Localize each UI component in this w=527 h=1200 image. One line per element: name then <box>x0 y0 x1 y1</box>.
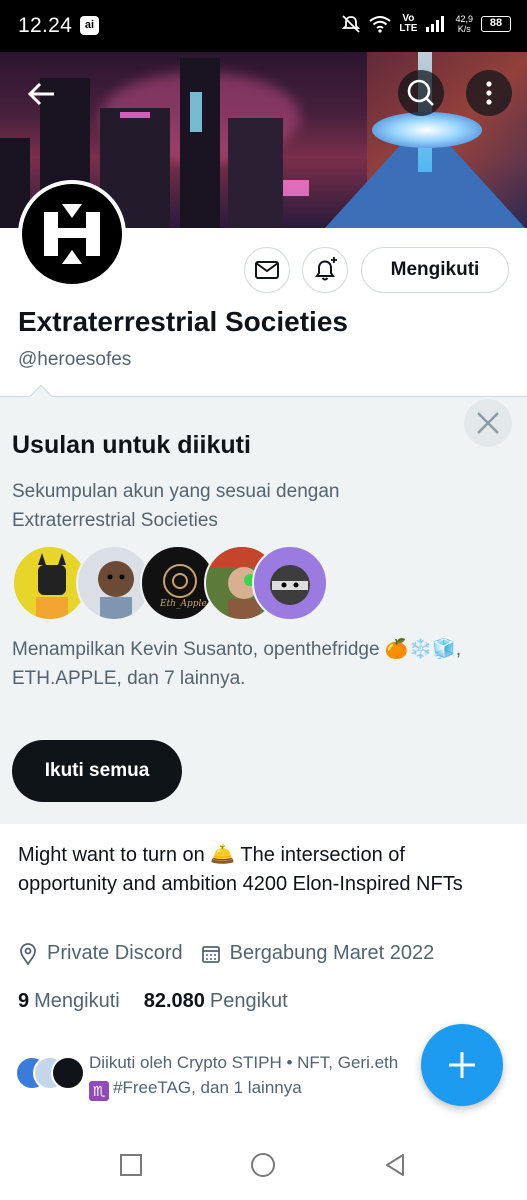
recent-apps-icon[interactable] <box>118 1152 144 1178</box>
logo-icon <box>44 204 100 264</box>
suggestions-pointer <box>29 384 53 408</box>
scorpio-icon: ♏ <box>89 1081 109 1101</box>
bell-plus-icon <box>315 257 337 281</box>
notification-button[interactable] <box>302 247 348 293</box>
followed-by-line2: #FreeTAG, dan 1 lainnya <box>113 1078 302 1097</box>
system-icons: Vo LTE 42,9 K/s 88 <box>341 14 511 34</box>
suggested-accounts-text: Menampilkan Kevin Susanto, openthefridge… <box>12 639 462 689</box>
suggestions-panel: Usulan untuk diikuti Sekumpulan akun yan… <box>0 384 527 824</box>
username-handle: @heroesofes <box>18 349 132 370</box>
plus-icon <box>449 1052 475 1078</box>
suggestions-title: Usulan untuk diikuti <box>12 431 251 459</box>
search-icon <box>407 79 434 106</box>
profile-bio: Might want to turn on 🛎️ The intersectio… <box>18 844 463 895</box>
home-icon[interactable] <box>249 1152 277 1180</box>
suggestions-subtitle: Sekumpulan akun yang sesuai dengan Extra… <box>12 481 340 531</box>
network-speed: 42,9 K/s <box>455 14 473 34</box>
banner-ufo <box>372 112 482 148</box>
volte-indicator: Vo LTE <box>399 14 417 34</box>
message-button[interactable] <box>244 247 290 293</box>
following-label: Mengikuti <box>34 990 120 1012</box>
compose-button[interactable] <box>421 1024 503 1106</box>
status-bar: 12.24 ai Vo LTE 42,9 K/s 88 <box>0 0 527 52</box>
profile-avatar[interactable] <box>18 180 126 288</box>
mute-notification-icon <box>342 15 361 33</box>
follow-all-button[interactable]: Ikuti semua <box>12 740 182 802</box>
back-button[interactable] <box>20 72 64 116</box>
avatar-image <box>22 184 122 284</box>
joined-text: Bergabung Maret 2022 <box>229 942 435 964</box>
back-nav-icon[interactable] <box>382 1152 408 1178</box>
location-text: Private Discord <box>47 942 183 964</box>
location-pin-icon <box>20 942 36 965</box>
battery-icon: 88 <box>481 16 511 32</box>
followers-stat[interactable]: 82.080 Pengikut <box>144 990 288 1013</box>
speed-unit: K/s <box>457 24 471 34</box>
more-options-button[interactable] <box>466 70 512 116</box>
following-stat[interactable]: 9 Mengikuti <box>18 990 120 1013</box>
follower-avatar <box>51 1056 85 1090</box>
ai-badge: ai <box>80 16 99 35</box>
system-nav-bar <box>0 1130 527 1200</box>
following-button[interactable]: Mengikuti <box>361 247 509 293</box>
mail-icon <box>255 261 279 279</box>
following-count: 9 <box>18 990 30 1012</box>
display-name: Extraterrestrial Societies <box>18 306 348 337</box>
signal-icon <box>426 16 445 32</box>
status-time: 12.24 <box>18 14 73 37</box>
banner-light <box>120 112 150 118</box>
close-icon <box>477 412 499 434</box>
banner-light <box>283 180 309 196</box>
banner-tower <box>180 58 220 228</box>
profile-meta: Private Discord Bergabung Maret 2022 <box>18 942 452 965</box>
calendar-icon <box>201 945 220 963</box>
suggested-avatar-label: Eth_Apple <box>160 599 207 609</box>
speed-value: 42,9 <box>455 14 473 24</box>
search-button[interactable] <box>398 70 444 116</box>
followers-count: 82.080 <box>143 990 205 1012</box>
banner-tower <box>228 118 283 228</box>
followed-by-text: Diikuti oleh Crypto STIPH • NFT, Geri.et… <box>89 1050 449 1101</box>
lte-label: LTE <box>399 23 418 34</box>
follow-stats: 9 Mengikuti 82.080 Pengikut <box>18 990 312 1013</box>
banner-light <box>190 92 202 132</box>
more-icon <box>486 81 492 105</box>
suggested-avatar <box>252 545 328 621</box>
followers-label: Pengikut <box>209 990 288 1012</box>
followed-by-line2-row: ♏ #FreeTAG, dan 1 lainnya <box>89 1075 449 1101</box>
joined-item: Bergabung Maret 2022 <box>201 942 435 965</box>
wifi-icon <box>369 16 391 33</box>
back-arrow-icon <box>27 82 54 106</box>
dismiss-suggestions-button[interactable] <box>464 399 512 447</box>
followed-by[interactable]: Diikuti oleh Crypto STIPH • NFT, Geri.et… <box>15 1050 455 1106</box>
location-item: Private Discord <box>18 942 183 965</box>
followed-by-line1: Diikuti oleh Crypto STIPH • NFT, Geri.et… <box>89 1053 399 1072</box>
suggested-avatars[interactable]: Eth_Apple <box>12 545 332 625</box>
